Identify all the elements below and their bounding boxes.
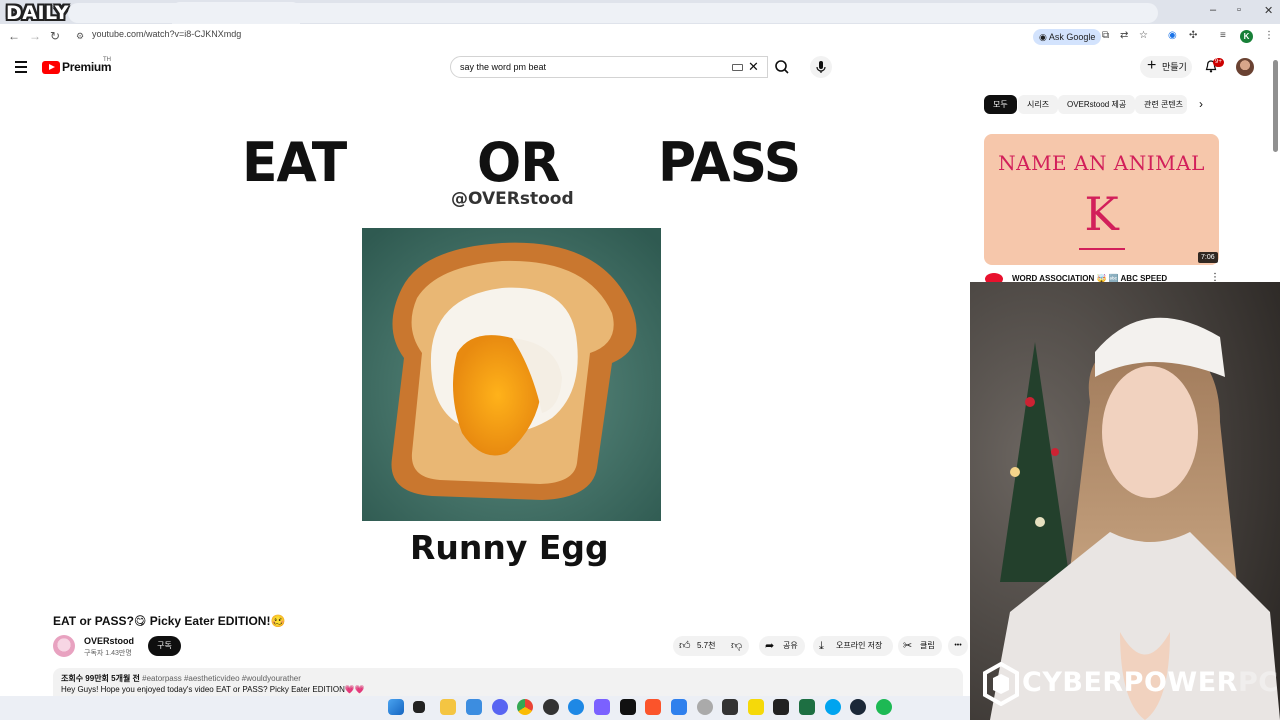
extensions-icon[interactable]: ✣ [1189, 30, 1197, 41]
notification-count-badge: 9+ [1213, 58, 1224, 67]
search-query[interactable]: say the word pm beat [460, 62, 546, 72]
plus-icon: + [1147, 57, 1157, 74]
terminal-icon[interactable] [773, 699, 789, 715]
app5-icon[interactable] [722, 699, 738, 715]
maximize-button[interactable]: ▫ [1237, 4, 1241, 16]
capcut-icon[interactable] [620, 699, 636, 715]
subscriber-count: 구독자 1.43만명 [84, 650, 132, 657]
reading-list-icon[interactable]: ≡ [1220, 30, 1226, 41]
hamburger-menu-icon[interactable] [15, 61, 27, 76]
steam-icon[interactable] [850, 699, 866, 715]
more-actions-button[interactable]: ••• [948, 636, 968, 656]
app7-icon[interactable] [825, 699, 841, 715]
download-icon: ⤓ [819, 640, 824, 652]
translate-icon[interactable]: ⇄ [1120, 30, 1128, 41]
clip-button[interactable]: ✂ 클립 [898, 636, 942, 656]
sponsor-brand-suffix: PC [1237, 667, 1279, 698]
share-button[interactable]: ➦ 공유 [759, 636, 805, 656]
ask-google-label: Ask Google [1048, 32, 1096, 42]
description-meta: 조회수 99만회 5개월 전 #eatorpass #aestheticvide… [61, 673, 301, 684]
chip-channel[interactable]: OVERstood 제공 [1058, 95, 1136, 114]
streamer-webcam [970, 282, 1280, 720]
start-icon[interactable] [388, 699, 404, 715]
app6-icon[interactable] [748, 699, 764, 715]
clear-search-icon[interactable]: ✕ [748, 59, 759, 75]
address-bar[interactable] [68, 3, 1158, 23]
region-code: TH [103, 57, 111, 63]
edge-icon[interactable] [568, 699, 584, 715]
cyberpower-logo-icon [983, 662, 1019, 706]
thumbnail-title: NAME AN ANIMAL [998, 151, 1205, 175]
clip-label: 클립 [920, 641, 935, 650]
search-button[interactable] [768, 56, 800, 78]
chrome-menu-icon[interactable]: ⋮ [1264, 30, 1274, 41]
sponsor-brand: CYBERPOWERPC [1022, 667, 1279, 698]
download-button[interactable]: ⤓ 오프라인 저장 [813, 636, 893, 656]
subscribe-button[interactable]: 구독 [148, 636, 181, 656]
account-avatar[interactable] [1236, 58, 1254, 76]
app2-icon[interactable] [594, 699, 610, 715]
brave-icon[interactable] [645, 699, 661, 715]
google-lens-icon: ◉ [1039, 32, 1049, 42]
keyboard-icon[interactable] [732, 64, 743, 71]
app3-icon[interactable] [671, 699, 687, 715]
back-icon[interactable]: ← [8, 29, 20, 43]
reload-icon[interactable]: ↻ [50, 29, 60, 43]
ask-google-button[interactable]: ◉ Ask Google [1033, 29, 1102, 45]
thumbnail-underline [1079, 248, 1125, 250]
chip-all[interactable]: 모두 [984, 95, 1017, 114]
thumbs-down-icon[interactable]: 👎︎ [731, 636, 742, 656]
video-watermark-handle: @OVERstood [451, 189, 574, 209]
video-word-eat: EAT [242, 131, 347, 195]
media-icon[interactable]: ◉ [1168, 30, 1177, 41]
channel-avatar[interactable] [53, 635, 75, 657]
scissors-icon: ✂ [903, 640, 913, 652]
video-word-pass: PASS [658, 131, 801, 195]
bookmark-star-icon[interactable]: ☆ [1139, 30, 1148, 41]
thumbs-up-icon[interactable]: 👍︎ [679, 636, 691, 656]
task-view-icon[interactable] [413, 701, 425, 713]
channel-name[interactable]: OVERstood [84, 636, 134, 646]
share-icon: ➦ [765, 640, 775, 652]
app4-icon[interactable] [697, 699, 713, 715]
forward-icon[interactable]: → [29, 29, 41, 43]
minimize-button[interactable]: – [1210, 4, 1216, 16]
share-label: 공유 [783, 641, 798, 650]
views-date: 조회수 99만회 5개월 전 [61, 674, 140, 683]
voice-search-button[interactable] [810, 56, 832, 78]
app-icon[interactable] [466, 699, 482, 715]
hashtags[interactable]: #eatorpass #aestheticvideo #wouldyourath… [142, 674, 301, 683]
chrome-icon[interactable] [517, 699, 533, 715]
profile-avatar[interactable]: K [1240, 30, 1253, 43]
microphone-icon [816, 61, 826, 73]
description-text: Hey Guys! Hope you enjoyed today's video… [61, 685, 365, 694]
chip-series[interactable]: 시리즈 [1018, 95, 1059, 114]
install-app-icon[interactable]: ⧉ [1102, 30, 1109, 41]
spotify-icon[interactable] [876, 699, 892, 715]
video-title: EAT or PASS?😋 Picky Eater EDITION!🥴 [53, 614, 286, 628]
close-window-button[interactable]: ✕ [1264, 4, 1273, 17]
chip-related[interactable]: 관련 콘텐츠 [1135, 95, 1187, 114]
file-explorer-icon[interactable] [440, 699, 456, 715]
download-label: 오프라인 저장 [836, 641, 883, 650]
discord-icon[interactable] [492, 699, 508, 715]
url-text[interactable]: youtube.com/watch?v=i8-CJKNXmdg [92, 29, 241, 39]
like-dislike-group: 👍︎ 5.7천 👎︎ [673, 636, 749, 656]
obs-icon[interactable] [543, 699, 559, 715]
video-word-or: OR [477, 131, 560, 195]
recommended-thumbnail[interactable]: NAME AN ANIMAL K [984, 134, 1219, 265]
video-duration-badge: 7:06 [1198, 252, 1218, 263]
sponsor-brand-main: CYBERPOWER [1022, 667, 1238, 698]
like-count[interactable]: 5.7천 [697, 636, 715, 656]
video-caption: Runny Egg [410, 528, 609, 567]
youtube-logo-icon[interactable] [42, 61, 60, 74]
excel-icon[interactable] [799, 699, 815, 715]
scrollbar[interactable] [1273, 60, 1278, 152]
thumbnail-letter: K [1084, 187, 1119, 241]
egg-toast-image [362, 228, 661, 521]
search-icon [775, 60, 789, 74]
site-info-icon[interactable]: ⚙ [76, 31, 84, 42]
chevron-right-icon[interactable]: › [1199, 97, 1203, 111]
